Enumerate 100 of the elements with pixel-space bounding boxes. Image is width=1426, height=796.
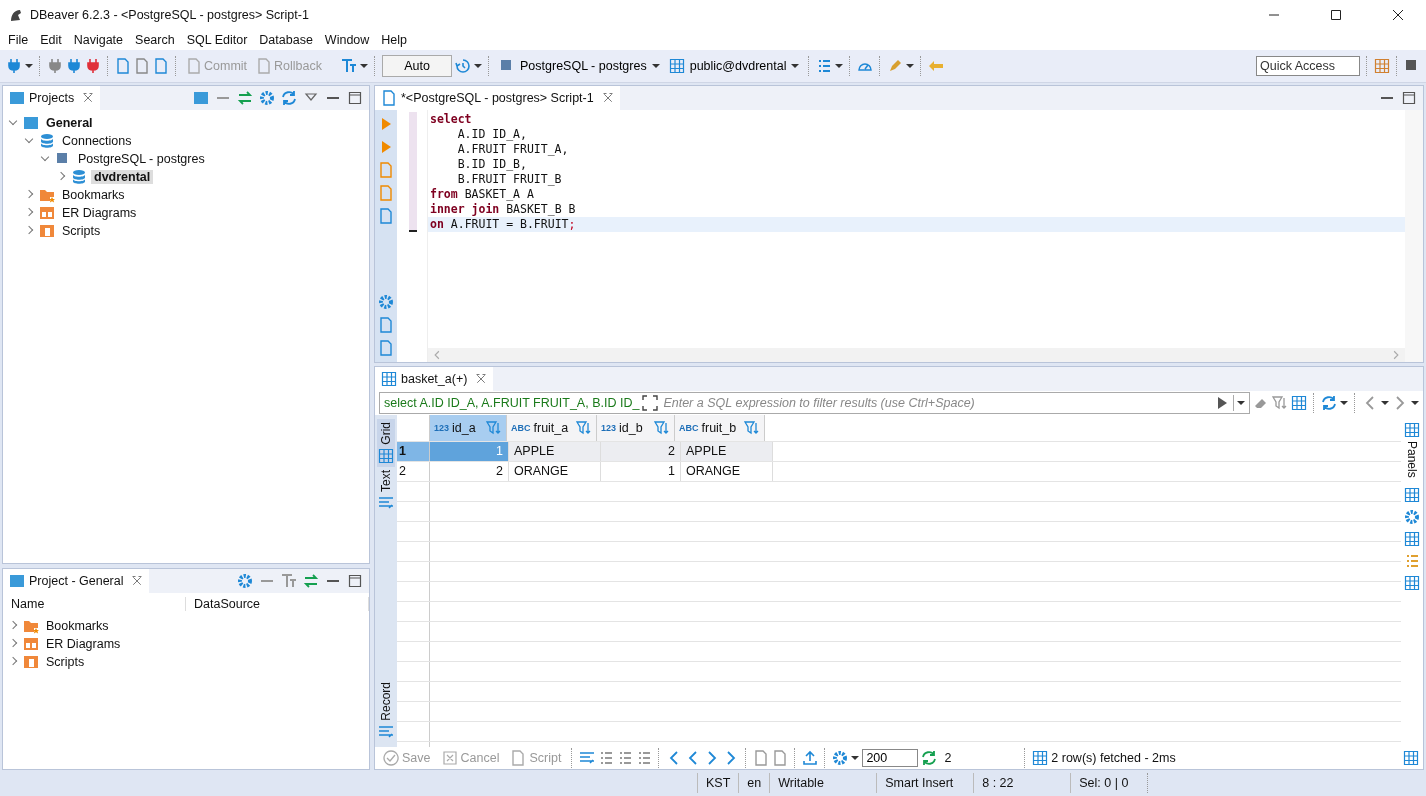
table-cell: 2: [430, 462, 509, 481]
scrollbar[interactable]: [1405, 110, 1423, 362]
close-icon[interactable]: [1392, 9, 1404, 21]
tree-item[interactable]: Bookmarks: [43, 619, 112, 633]
maximize-icon[interactable]: [1330, 9, 1342, 21]
settings-icon[interactable]: [237, 573, 253, 589]
scroll-right-icon[interactable]: [1391, 350, 1401, 360]
reconnect-icon[interactable]: [66, 58, 82, 74]
transaction-mode-button[interactable]: Auto: [382, 55, 452, 77]
table-cell: ORANGE: [509, 462, 601, 481]
column-header[interactable]: 123 id_b: [597, 415, 675, 441]
column-header[interactable]: Name: [3, 597, 186, 611]
view-tab[interactable]: Record: [377, 679, 395, 743]
sort-filter-icon[interactable]: [744, 420, 760, 436]
caret-icon[interactable]: [1411, 399, 1419, 407]
sort-filter-icon[interactable]: [486, 420, 502, 436]
connection-selector[interactable]: PostgreSQL - postgres: [496, 58, 663, 74]
row-number[interactable]: 1: [397, 442, 430, 461]
refresh-icon[interactable]: [921, 750, 938, 766]
perspective-icon[interactable]: [1374, 58, 1390, 74]
tree-item[interactable]: dvdrental: [91, 170, 154, 184]
diagram-folder-icon: [39, 205, 55, 221]
settings-icon[interactable]: [259, 90, 275, 106]
script-icon[interactable]: [115, 58, 131, 74]
menu-item[interactable]: Edit: [34, 33, 68, 47]
view-tab[interactable]: Text: [377, 466, 395, 514]
code-line: B.FRUIT FRUIT_B: [456, 172, 563, 187]
caret-icon[interactable]: [851, 754, 860, 762]
script-icon[interactable]: [134, 58, 150, 74]
caret-icon[interactable]: [1381, 399, 1389, 407]
caret-icon[interactable]: [835, 62, 844, 70]
plug-icon[interactable]: [47, 58, 63, 74]
refresh-icon[interactable]: [1321, 395, 1337, 411]
expand-icon[interactable]: [642, 395, 659, 411]
tree-item[interactable]: ER Diagrams: [59, 206, 140, 220]
maximize-icon[interactable]: [1401, 90, 1417, 106]
menu-item[interactable]: Search: [129, 33, 181, 47]
sort-filter-icon[interactable]: [576, 420, 592, 436]
view-tab[interactable]: Grid: [377, 419, 395, 467]
scroll-left-icon[interactable]: [432, 350, 442, 360]
menu-item[interactable]: Window: [318, 33, 376, 47]
tree-item[interactable]: Scripts: [43, 655, 88, 669]
execute-script-icon[interactable]: [378, 162, 394, 178]
tree-item[interactable]: General: [43, 116, 96, 130]
menu-item[interactable]: Help: [375, 33, 414, 47]
maximize-icon[interactable]: [347, 573, 363, 589]
error-log-icon[interactable]: [378, 340, 394, 356]
execute-script-new-tab-icon[interactable]: [378, 185, 394, 201]
caret-icon[interactable]: [1340, 399, 1348, 407]
disconnect-icon[interactable]: [85, 58, 101, 74]
fetch-size-field[interactable]: 200: [862, 749, 919, 767]
column-header[interactable]: ABC fruit_b: [675, 415, 765, 441]
menu-item[interactable]: Database: [253, 33, 319, 47]
caret-icon[interactable]: [651, 62, 660, 70]
column-header[interactable]: DataSource: [186, 597, 369, 611]
caret-icon[interactable]: [360, 62, 368, 70]
panel-toggle-icon[interactable]: [1403, 750, 1419, 766]
panel-tab[interactable]: Project - General: [3, 569, 150, 593]
settings-icon[interactable]: [378, 294, 394, 310]
new-script-icon[interactable]: [153, 58, 169, 74]
tree-item[interactable]: PostgreSQL - postgres: [75, 152, 208, 166]
new-project-icon[interactable]: [193, 90, 209, 106]
export-icon[interactable]: [378, 317, 394, 333]
caret-icon[interactable]: [1237, 399, 1245, 407]
sync-icon[interactable]: [281, 90, 297, 106]
editor-tab[interactable]: *<PostgreSQL - postgres> Script-1: [375, 86, 620, 110]
tree-item[interactable]: Connections: [59, 134, 135, 148]
filter-icon[interactable]: [1272, 395, 1288, 411]
sort-filter-icon[interactable]: [654, 420, 670, 436]
edit-icon[interactable]: [579, 750, 596, 766]
tree-item[interactable]: Scripts: [59, 224, 104, 238]
settings-icon[interactable]: [832, 750, 849, 766]
menu-item[interactable]: Navigate: [67, 33, 130, 47]
scrollbar[interactable]: [428, 348, 1405, 362]
column-header[interactable]: 123 id_a: [430, 415, 507, 441]
caret-icon[interactable]: [791, 62, 800, 70]
row-number[interactable]: 2: [397, 462, 430, 481]
caret-icon[interactable]: [474, 62, 482, 70]
panel-tab[interactable]: Projects: [3, 86, 101, 110]
tree-item[interactable]: Bookmarks: [59, 188, 128, 202]
results-tab[interactable]: basket_a(+): [375, 367, 494, 391]
rows-icon: [1032, 750, 1049, 766]
explain-plan-icon[interactable]: [378, 208, 394, 224]
link-icon[interactable]: [237, 90, 253, 106]
link-icon[interactable]: [303, 573, 319, 589]
menu-item[interactable]: SQL Editor: [180, 33, 254, 47]
caret-icon[interactable]: [906, 62, 915, 70]
export-icon[interactable]: [802, 750, 819, 766]
quick-access-field[interactable]: Quick Access: [1256, 56, 1360, 76]
column-header[interactable]: ABC fruit_a: [507, 415, 597, 441]
maximize-icon[interactable]: [347, 90, 363, 106]
menu-item[interactable]: File: [2, 33, 35, 47]
caret-icon[interactable]: [25, 62, 33, 70]
filter-settings-icon[interactable]: [1291, 395, 1307, 411]
panels-tab[interactable]: Panels: [1403, 419, 1421, 481]
tree-item[interactable]: ER Diagrams: [43, 637, 124, 651]
schema-selector[interactable]: public@dvdrental: [665, 58, 803, 74]
fetch-status: 2 row(s) fetched - 2ms: [1051, 751, 1176, 765]
filter-bar[interactable]: select A.ID ID_A, A.FRUIT FRUIT_A, B.ID ID_ Enter a SQL expression to filter results (use Ctrl+Space): [379, 392, 1250, 414]
button-icon: [510, 750, 527, 766]
